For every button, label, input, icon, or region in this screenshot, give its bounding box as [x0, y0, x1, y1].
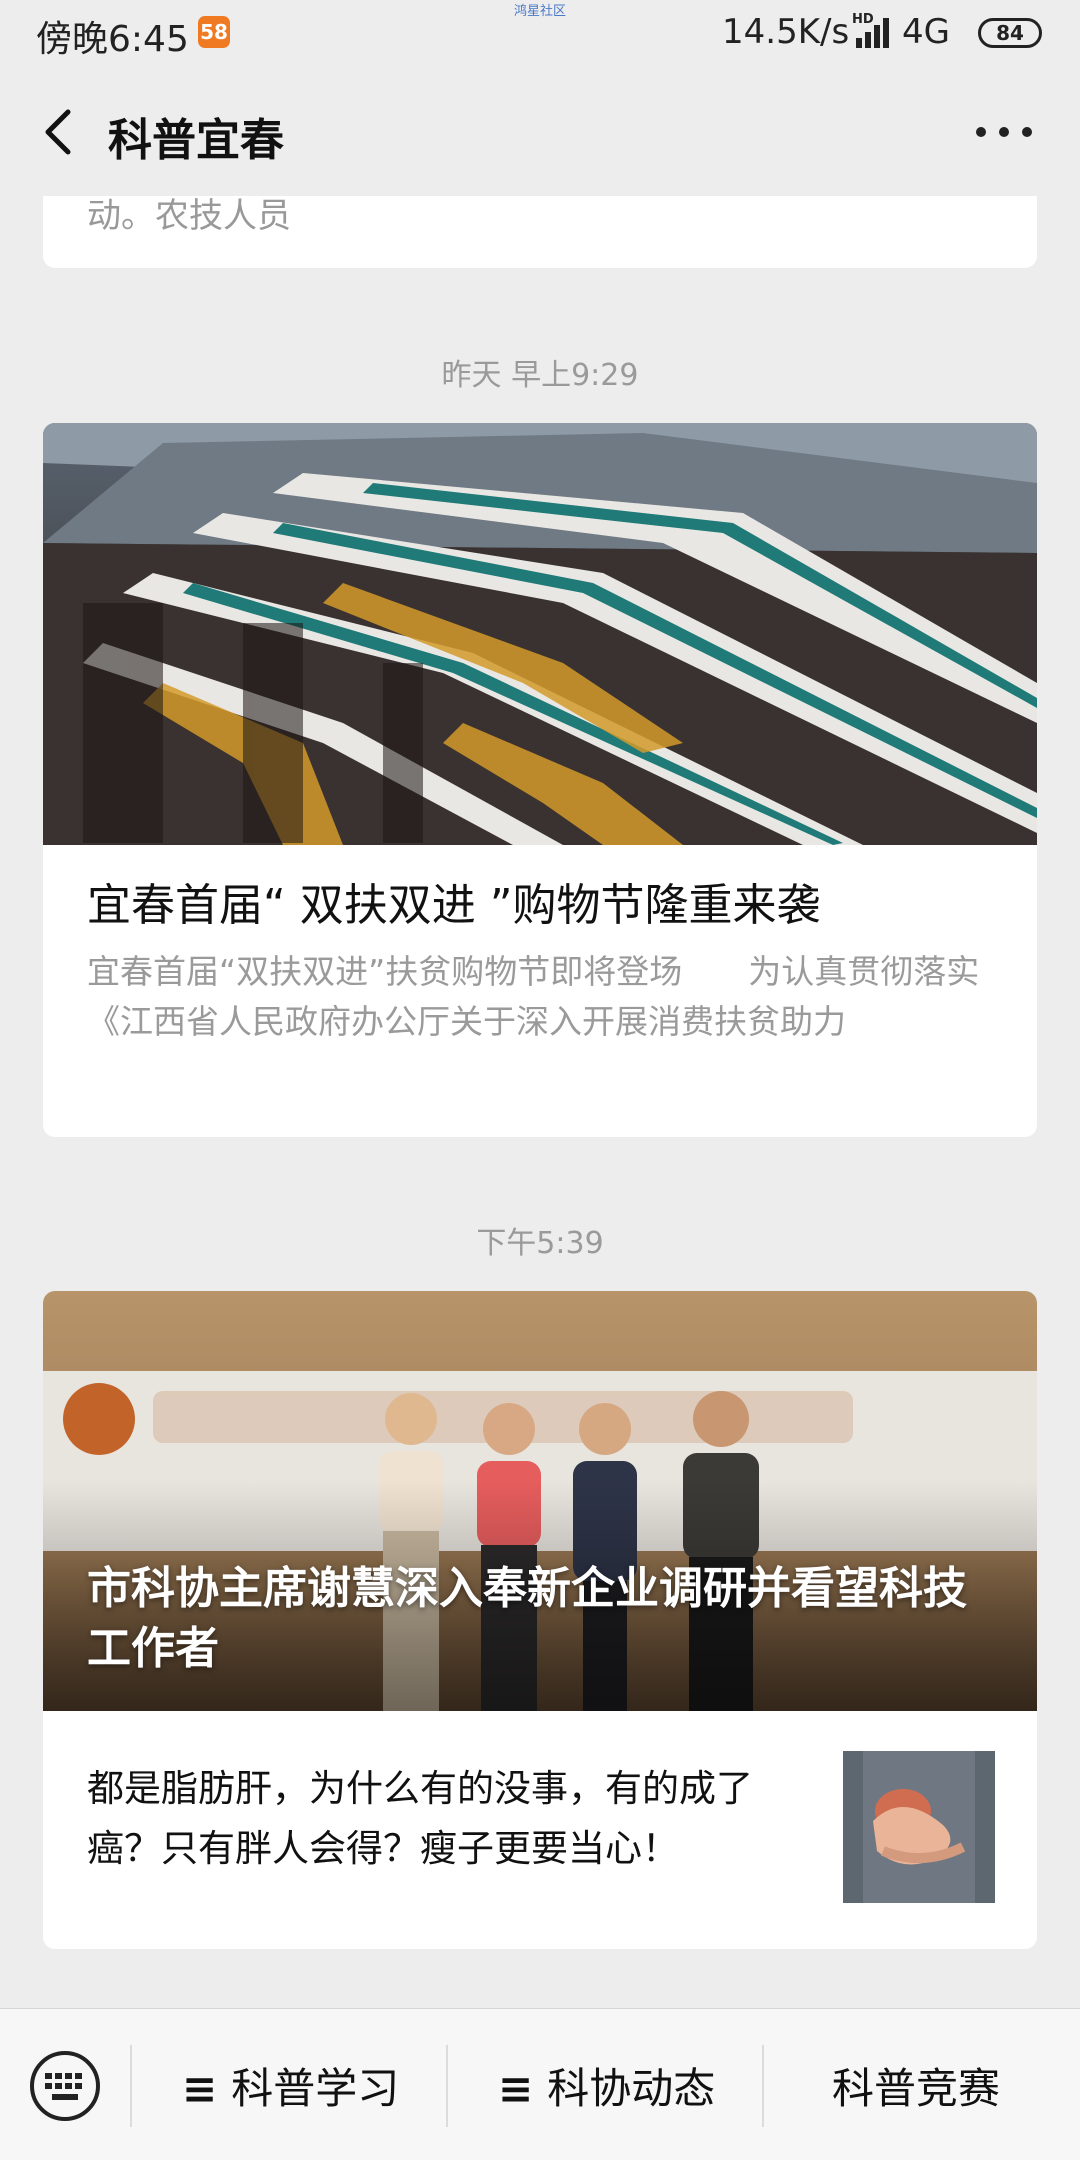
menu-item-label: 科普学习 — [231, 2064, 400, 2113]
dot-icon — [976, 127, 986, 137]
network-speed: 14.5K/s — [722, 12, 850, 52]
status-bar: 傍晚6:45 58 鸿星社区 14.5K/s HD 4G 84 — [0, 0, 1080, 68]
article-card[interactable]: 市科协主席谢慧深入奉新企业调研并看望科技工作者 都是脂肪肝，为什么有的没事，有的… — [43, 1291, 1037, 1949]
watermark: 鸿星社区 — [514, 4, 567, 19]
article-card[interactable]: 宜春首届“ 双扶双进 ”购物节隆重来袭 宜春首届“双扶双进”扶贫购物节即将登场 … — [43, 423, 1037, 1137]
keyboard-icon[interactable] — [28, 2049, 102, 2123]
menu-divider — [762, 2045, 764, 2127]
dot-icon — [999, 127, 1009, 137]
timestamp: 昨天 早上9:29 — [441, 358, 639, 393]
timestamp: 下午5:39 — [476, 1226, 604, 1261]
article-title[interactable]: 宜春首届“ 双扶双进 ”购物节隆重来袭 — [87, 869, 821, 933]
article-summary: 宜春首届“双扶双进”扶贫购物节即将登场 为认真贯彻落实《江西省人民政府办公厅关于… — [87, 952, 980, 1041]
menu-item-kepu-study[interactable]: ≡ 科普学习 — [182, 2055, 399, 2116]
dot-icon — [1022, 127, 1032, 137]
nav-bar: 科普宜春 — [0, 68, 1080, 196]
message-feed[interactable]: 动。农技人员 昨天 早上9:29 宜春首届“ 双扶双进 ”购物节隆重来袭 宜春首… — [0, 196, 1080, 2008]
article-headline[interactable]: 市科协主席谢慧深入奉新企业调研并看望科技工作者 — [87, 1559, 1007, 1679]
article-excerpt: 动。农技人员 — [87, 196, 291, 236]
menu-list-icon: ≡ — [182, 2064, 218, 2113]
menu-item-label: 科普竞赛 — [832, 2064, 1001, 2113]
market-hall-image[interactable] — [43, 423, 1037, 845]
app-notification-icon: 58 — [198, 16, 230, 48]
network-type: 4G — [902, 12, 950, 52]
bottom-menu-bar: ≡ 科普学习 ≡ 科协动态 科普竞赛 — [0, 2008, 1080, 2160]
menu-divider — [446, 2045, 448, 2127]
menu-divider — [130, 2045, 132, 2127]
status-time: 傍晚6:45 — [36, 19, 189, 60]
more-options-icon[interactable] — [976, 124, 1032, 140]
previous-article-card[interactable]: 动。农技人员 — [43, 196, 1037, 268]
sub-article-title[interactable]: 都是脂肪肝，为什么有的没事，有的成了癌？只有胖人会得？瘦子更要当心！ — [87, 1759, 807, 1879]
menu-item-label: 科协动态 — [547, 2064, 716, 2113]
sub-article-thumbnail[interactable] — [843, 1751, 995, 1903]
group-photo-cover[interactable]: 市科协主席谢慧深入奉新企业调研并看望科技工作者 — [43, 1291, 1037, 1711]
menu-list-icon: ≡ — [498, 2064, 534, 2113]
menu-item-kepu-contest[interactable]: 科普竞赛 — [832, 2055, 1000, 2116]
signal-icon — [856, 18, 889, 48]
menu-item-association-news[interactable]: ≡ 科协动态 — [498, 2055, 715, 2116]
page-title: 科普宜春 — [108, 115, 284, 166]
back-arrow-icon[interactable] — [36, 104, 86, 160]
battery-icon: 84 — [978, 18, 1042, 48]
